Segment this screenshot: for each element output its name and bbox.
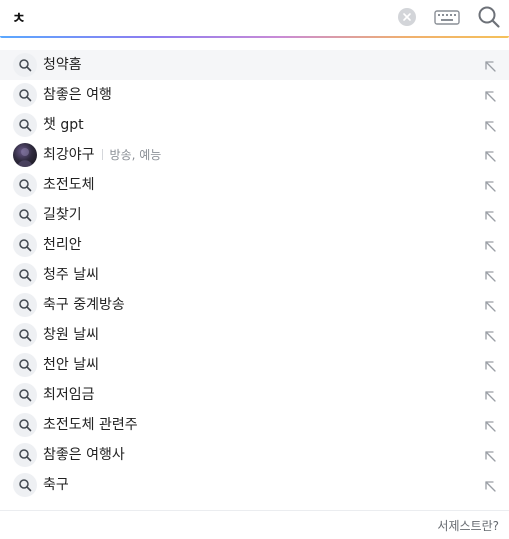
suggestion-item[interactable]: 최강야구 방송, 예능 xyxy=(0,140,509,170)
suggestion-label: 최강야구 방송, 예능 xyxy=(43,145,161,165)
suggestion-text: 초전도체 xyxy=(43,177,95,193)
clear-icon[interactable] xyxy=(398,8,416,26)
suggestion-text: 최강야구 xyxy=(43,147,95,163)
fill-query-arrow-icon[interactable] xyxy=(483,478,497,492)
search-icon xyxy=(13,203,37,227)
search-focus-underline xyxy=(0,36,509,38)
suggestion-label: 최저임금 xyxy=(43,385,95,405)
search-icon xyxy=(13,323,37,347)
search-icon xyxy=(13,353,37,377)
fill-query-arrow-icon[interactable] xyxy=(483,418,497,432)
fill-query-arrow-icon[interactable] xyxy=(483,238,497,252)
search-submit-icon[interactable] xyxy=(476,4,502,30)
suggestion-text: 천안 날씨 xyxy=(43,357,99,373)
suggestion-label: 천리안 xyxy=(43,235,82,255)
suggestion-label: 챗 gpt xyxy=(43,115,84,135)
suggestion-item[interactable]: 참좋은 여행사 xyxy=(0,440,509,470)
search-input[interactable]: ㅊ xyxy=(12,8,26,28)
suggestion-label: 축구 xyxy=(43,475,69,495)
suggestion-item[interactable]: 천안 날씨 xyxy=(0,350,509,380)
suggestion-text: 초전도체 관련주 xyxy=(43,417,138,433)
suggestion-item[interactable]: 축구 xyxy=(0,470,509,500)
suggestion-text: 길찾기 xyxy=(43,207,82,223)
fill-query-arrow-icon[interactable] xyxy=(483,208,497,222)
suggestion-text: 축구 xyxy=(43,477,69,493)
suggestion-item[interactable]: 길찾기 xyxy=(0,200,509,230)
fill-query-arrow-icon[interactable] xyxy=(483,178,497,192)
fill-query-arrow-icon[interactable] xyxy=(483,358,497,372)
suggestion-item[interactable]: 참좋은 여행 xyxy=(0,80,509,110)
category-divider xyxy=(101,149,103,160)
suggestion-label: 청약홈 xyxy=(43,55,82,75)
suggestion-text: 참좋은 여행사 xyxy=(43,447,125,463)
suggestion-item[interactable]: 창원 날씨 xyxy=(0,320,509,350)
search-icon xyxy=(13,293,37,317)
search-icon xyxy=(13,413,37,437)
suggestion-item[interactable]: 축구 중계방송 xyxy=(0,290,509,320)
suggestion-category: 방송, 예능 xyxy=(109,148,162,162)
fill-query-arrow-icon[interactable] xyxy=(483,88,497,102)
suggestion-item[interactable]: 챗 gpt xyxy=(0,110,509,140)
suggestion-label: 청주 날씨 xyxy=(43,265,99,285)
suggestion-item[interactable]: 최저임금 xyxy=(0,380,509,410)
suggestion-text: 청약홈 xyxy=(43,57,82,73)
suggest-help-link[interactable]: 서제스트란? xyxy=(437,518,499,534)
suggestion-item[interactable]: 천리안 xyxy=(0,230,509,260)
suggestion-label: 참좋은 여행사 xyxy=(43,445,125,465)
suggestion-text: 최저임금 xyxy=(43,387,95,403)
search-icon xyxy=(13,173,37,197)
search-icon xyxy=(13,443,37,467)
fill-query-arrow-icon[interactable] xyxy=(483,298,497,312)
fill-query-arrow-icon[interactable] xyxy=(483,388,497,402)
suggestion-list: 청약홈참좋은 여행챗 gpt 최강야구 방송, 예능초전도체길찾기천리안청주 날씨축… xyxy=(0,50,509,500)
suggestion-item[interactable]: 초전도체 xyxy=(0,170,509,200)
suggestion-label: 길찾기 xyxy=(43,205,82,225)
suggestion-text: 청주 날씨 xyxy=(43,267,99,283)
keyboard-icon[interactable] xyxy=(433,7,461,27)
footer-divider xyxy=(0,510,509,511)
search-icon xyxy=(13,263,37,287)
search-icon xyxy=(13,383,37,407)
suggestion-text: 축구 중계방송 xyxy=(43,297,125,313)
suggestion-label: 천안 날씨 xyxy=(43,355,99,375)
suggestion-label: 초전도체 관련주 xyxy=(43,415,138,435)
fill-query-arrow-icon[interactable] xyxy=(483,448,497,462)
fill-query-arrow-icon[interactable] xyxy=(483,58,497,72)
fill-query-arrow-icon[interactable] xyxy=(483,148,497,162)
avatar xyxy=(13,143,37,167)
search-bar: ㅊ xyxy=(0,0,509,36)
clear-x-icon xyxy=(403,13,411,21)
suggestion-text: 챗 gpt xyxy=(43,117,84,133)
search-icon xyxy=(13,473,37,497)
suggestion-item[interactable]: 청약홈 xyxy=(0,50,509,80)
search-icon xyxy=(13,113,37,137)
suggestion-label: 축구 중계방송 xyxy=(43,295,125,315)
suggestion-text: 참좋은 여행 xyxy=(43,87,112,103)
suggestion-item[interactable]: 청주 날씨 xyxy=(0,260,509,290)
suggestion-text: 창원 날씨 xyxy=(43,327,99,343)
search-icon xyxy=(13,83,37,107)
suggestion-label: 참좋은 여행 xyxy=(43,85,112,105)
suggestion-label: 창원 날씨 xyxy=(43,325,99,345)
suggestion-text: 천리안 xyxy=(43,237,82,253)
suggestion-item[interactable]: 초전도체 관련주 xyxy=(0,410,509,440)
fill-query-arrow-icon[interactable] xyxy=(483,268,497,282)
fill-query-arrow-icon[interactable] xyxy=(483,118,497,132)
search-icon xyxy=(13,233,37,257)
fill-query-arrow-icon[interactable] xyxy=(483,328,497,342)
suggestion-label: 초전도체 xyxy=(43,175,95,195)
search-icon xyxy=(13,53,37,77)
